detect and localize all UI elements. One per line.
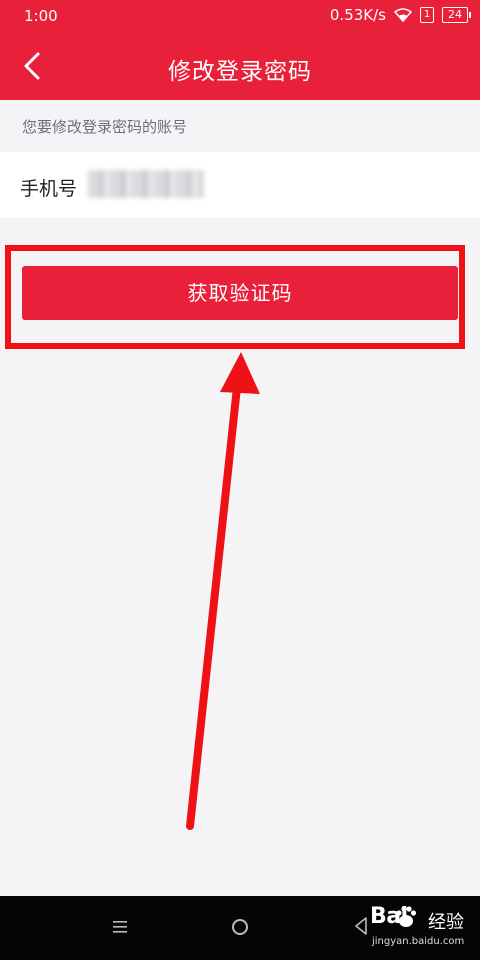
- battery-icon: 24: [442, 7, 471, 23]
- account-hint: 您要修改登录密码的账号: [22, 118, 188, 136]
- status-time: 1:00: [24, 7, 58, 25]
- network-speed: 0.53K/s: [329, 6, 386, 24]
- watermark-brand: 经验: [428, 912, 464, 933]
- phone-number-blurred: [88, 170, 204, 198]
- phone-row: 手机号: [0, 152, 480, 218]
- status-right-group: 0.53K/s 1 24: [329, 6, 471, 24]
- page-title: 修改登录密码: [168, 59, 312, 85]
- baidu-paw-icon: [396, 906, 417, 927]
- annotation-highlight-box: [5, 245, 465, 349]
- baidu-jingyan-watermark: Bai 经验 jingyan.baidu.com: [370, 900, 474, 956]
- watermark-url: jingyan.baidu.com: [372, 936, 465, 947]
- status-bar: 1:00 0.53K/s 1 24: [0, 0, 480, 32]
- phone-label: 手机号: [20, 178, 78, 200]
- app-header: 修改登录密码: [0, 32, 480, 100]
- wifi-icon: [394, 8, 412, 22]
- back-triangle-icon[interactable]: [354, 917, 368, 935]
- home-circle-icon[interactable]: [232, 919, 248, 935]
- sim-badge: 1: [420, 7, 434, 23]
- menu-icon[interactable]: [112, 920, 128, 934]
